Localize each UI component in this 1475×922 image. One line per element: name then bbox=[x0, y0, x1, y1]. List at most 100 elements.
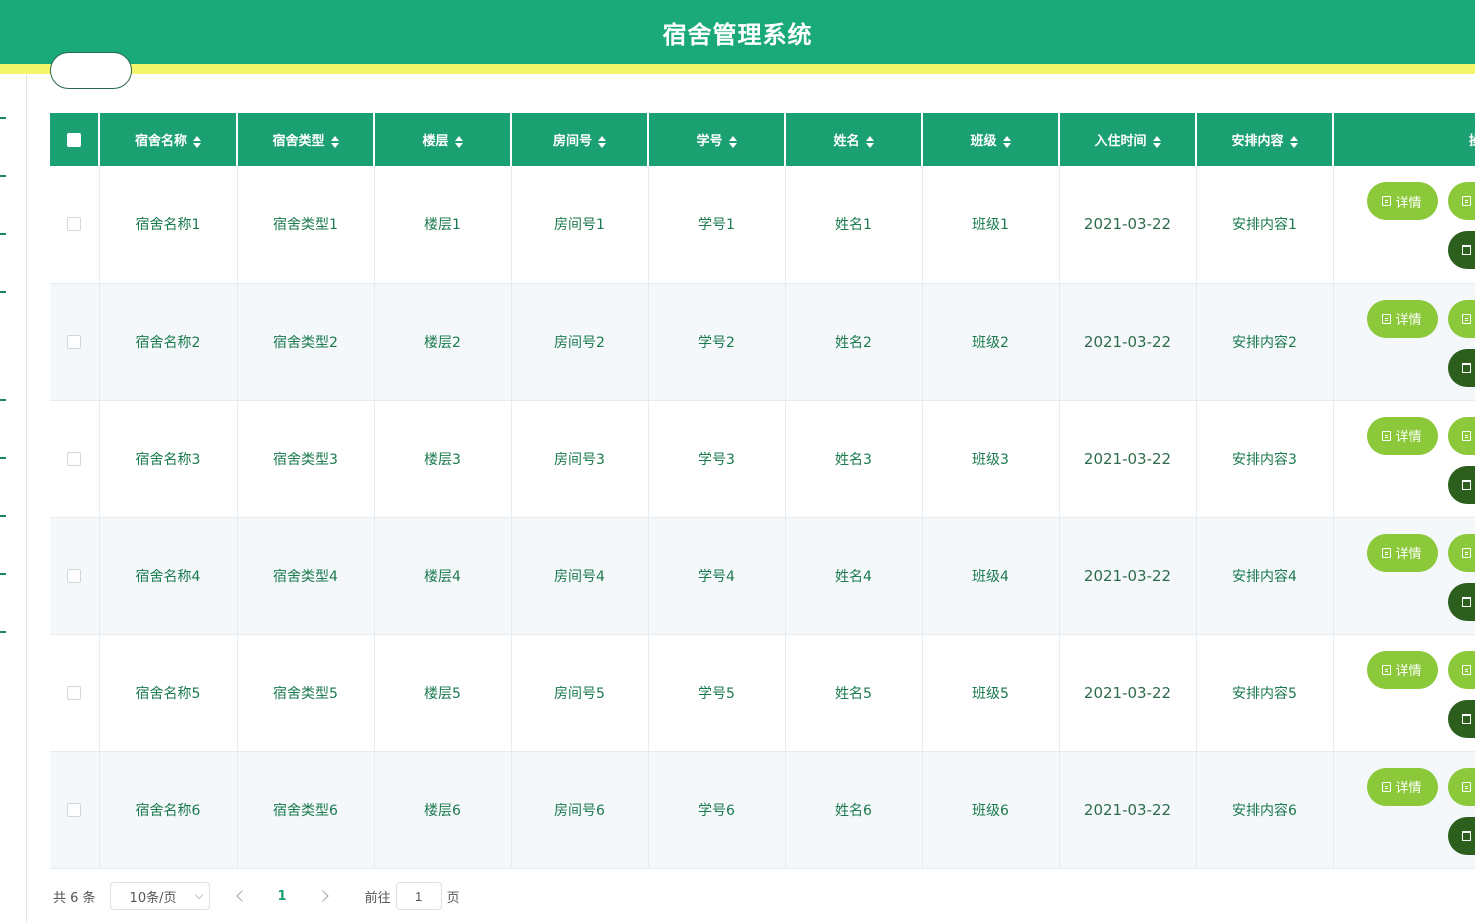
chevron-left-icon[interactable] bbox=[235, 890, 248, 902]
toolbar-button-partial[interactable] bbox=[50, 52, 132, 89]
row-select-cell[interactable] bbox=[50, 751, 100, 869]
table-cell-floor: 楼层2 bbox=[374, 283, 512, 401]
detail-button[interactable]: 详情 bbox=[1366, 767, 1438, 806]
page-number-current[interactable]: 1 bbox=[278, 889, 287, 904]
edit-button[interactable] bbox=[1447, 650, 1475, 689]
table-cell-student-name: 姓名1 bbox=[785, 166, 923, 284]
edit-button[interactable] bbox=[1447, 533, 1475, 572]
row-select-cell[interactable] bbox=[50, 400, 100, 518]
document-icon bbox=[1382, 664, 1392, 675]
document-icon bbox=[1461, 313, 1471, 324]
row-checkbox[interactable] bbox=[67, 802, 82, 817]
column-header[interactable]: 宿舍类型 bbox=[237, 113, 375, 166]
detail-button[interactable]: 详情 bbox=[1366, 650, 1438, 689]
delete-button[interactable] bbox=[1447, 816, 1475, 855]
sidebar-tick bbox=[0, 291, 6, 293]
delete-button[interactable] bbox=[1447, 348, 1475, 387]
detail-button[interactable]: 详情 bbox=[1366, 533, 1438, 572]
row-actions-cell: 详情 bbox=[1333, 400, 1475, 518]
table-cell-name: 宿舍名称5 bbox=[99, 634, 238, 752]
delete-button[interactable] bbox=[1447, 699, 1475, 738]
app-title: 宿舍管理系统 bbox=[662, 20, 813, 49]
sort-icon[interactable] bbox=[598, 135, 606, 148]
sort-icon[interactable] bbox=[1002, 135, 1011, 148]
document-icon bbox=[1461, 781, 1471, 792]
column-header[interactable]: 楼层 bbox=[374, 113, 512, 166]
table-cell-arrangement: 安排内容6 bbox=[1196, 751, 1334, 869]
data-table: 宿舍名称 宿舍类型 楼层 房间号 学号 姓名 班级 入住时间 安排内容 操作 宿… bbox=[50, 113, 1475, 869]
table-cell-type: 宿舍类型6 bbox=[237, 751, 375, 869]
table-row: 宿舍名称5 宿舍类型5 楼层5 房间号5 学号5 姓名5 班级5 2021-03-22 安排内容… bbox=[50, 634, 1475, 752]
row-select-cell[interactable] bbox=[50, 517, 100, 635]
edit-button[interactable] bbox=[1447, 299, 1475, 338]
edit-button[interactable] bbox=[1447, 767, 1475, 806]
row-select-cell[interactable] bbox=[50, 166, 100, 284]
column-label: 操作 bbox=[1469, 134, 1475, 149]
chevron-right-icon[interactable] bbox=[316, 890, 329, 902]
document-icon bbox=[1461, 664, 1471, 675]
column-label: 房间号 bbox=[552, 134, 592, 149]
sort-icon[interactable] bbox=[330, 135, 339, 148]
row-checkbox[interactable] bbox=[67, 217, 82, 232]
sort-icon[interactable] bbox=[1289, 135, 1298, 148]
trash-icon bbox=[1461, 596, 1471, 607]
table-cell-floor: 楼层1 bbox=[374, 166, 512, 284]
delete-button[interactable] bbox=[1447, 582, 1475, 621]
table-row: 宿舍名称1 宿舍类型1 楼层1 房间号1 学号1 姓名1 班级1 2021-03-22 安排内容… bbox=[50, 166, 1475, 284]
page-size-select[interactable]: 10条/页 bbox=[109, 882, 210, 910]
table-cell-student-name: 姓名3 bbox=[785, 400, 923, 518]
table-cell-checkin: 2021-03-22 bbox=[1059, 634, 1197, 752]
trash-icon bbox=[1461, 713, 1471, 724]
detail-button[interactable]: 详情 bbox=[1366, 299, 1438, 338]
table-cell-student-no: 学号2 bbox=[648, 283, 786, 401]
sort-icon[interactable] bbox=[865, 135, 874, 148]
table-cell-room: 房间号1 bbox=[511, 166, 649, 284]
detail-button-label: 详情 bbox=[1395, 547, 1422, 562]
sort-icon[interactable] bbox=[728, 135, 737, 148]
column-header[interactable]: 姓名 bbox=[785, 113, 923, 166]
delete-button[interactable] bbox=[1447, 465, 1475, 504]
sidebar-tick bbox=[0, 233, 6, 235]
table-row: 宿舍名称4 宿舍类型4 楼层4 房间号4 学号4 姓名4 班级4 2021-03-22 安排内容… bbox=[50, 517, 1475, 635]
row-checkbox[interactable] bbox=[67, 451, 82, 466]
column-header[interactable]: 学号 bbox=[648, 113, 786, 166]
column-header[interactable]: 班级 bbox=[922, 113, 1060, 166]
document-icon bbox=[1382, 781, 1392, 792]
table-cell-name: 宿舍名称2 bbox=[99, 283, 238, 401]
table-cell-floor: 楼层5 bbox=[374, 634, 512, 752]
column-header[interactable]: 房间号 bbox=[511, 113, 649, 166]
sort-icon[interactable] bbox=[193, 135, 201, 148]
document-icon bbox=[1382, 313, 1392, 324]
delete-button[interactable] bbox=[1447, 231, 1475, 269]
sidebar-tick bbox=[0, 457, 6, 459]
column-header[interactable]: 宿舍名称 bbox=[99, 113, 238, 166]
detail-button[interactable]: 详情 bbox=[1366, 182, 1438, 220]
detail-button-label: 详情 bbox=[1395, 430, 1422, 445]
column-header[interactable]: 入住时间 bbox=[1059, 113, 1197, 166]
row-checkbox[interactable] bbox=[67, 685, 82, 700]
row-select-cell[interactable] bbox=[50, 283, 100, 401]
sort-icon[interactable] bbox=[454, 135, 463, 148]
row-actions-cell: 详情 bbox=[1333, 517, 1475, 635]
column-header[interactable]: 安排内容 bbox=[1196, 113, 1334, 166]
detail-button[interactable]: 详情 bbox=[1366, 416, 1438, 455]
document-icon bbox=[1461, 547, 1471, 558]
table-cell-student-name: 姓名5 bbox=[785, 634, 923, 752]
edit-button[interactable] bbox=[1447, 182, 1475, 220]
goto-page-input[interactable] bbox=[395, 882, 442, 910]
edit-button[interactable] bbox=[1447, 416, 1475, 455]
row-select-cell[interactable] bbox=[50, 634, 100, 752]
sidebar-tick bbox=[0, 631, 6, 633]
column-header-actions: 操作 bbox=[1333, 113, 1475, 166]
table-cell-floor: 楼层3 bbox=[374, 400, 512, 518]
sidebar-edge bbox=[0, 74, 27, 922]
row-checkbox[interactable] bbox=[67, 334, 82, 349]
document-icon bbox=[1382, 196, 1392, 206]
column-label: 入住时间 bbox=[1094, 134, 1147, 149]
select-all-checkbox[interactable] bbox=[67, 132, 81, 147]
row-checkbox[interactable] bbox=[67, 568, 82, 583]
sort-icon[interactable] bbox=[1152, 135, 1161, 148]
table-cell-student-no: 学号4 bbox=[648, 517, 786, 635]
row-actions-cell: 详情 bbox=[1333, 283, 1475, 401]
select-all-cell[interactable] bbox=[50, 113, 100, 166]
